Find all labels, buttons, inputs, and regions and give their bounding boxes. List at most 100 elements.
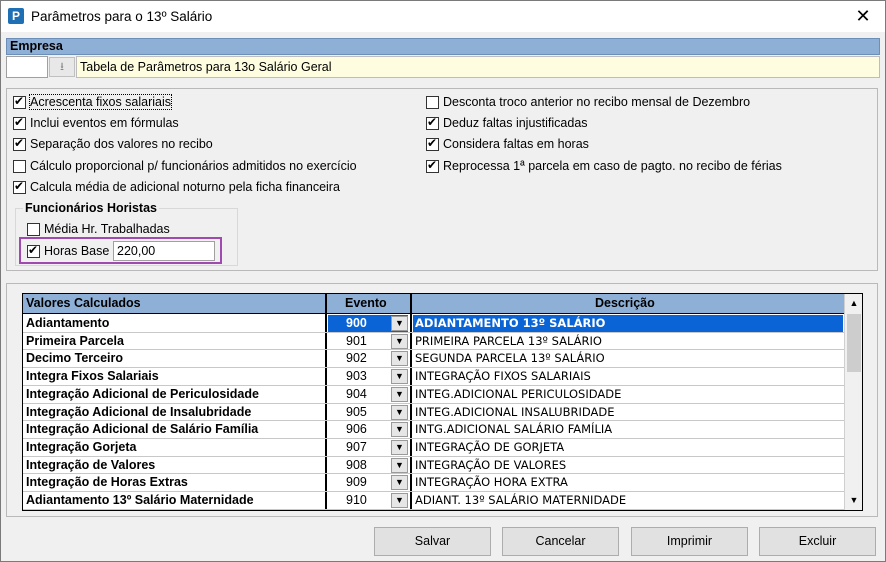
table-row[interactable]: Integra Fixos Salariais 903 ▼ INTEGRAÇÃO FI… [23, 368, 844, 386]
chevron-down-icon[interactable]: ▼ [391, 333, 408, 349]
row-description: INTEG.ADICIONAL INSALUBRIDADE [415, 404, 615, 419]
checkbox-box[interactable] [426, 136, 439, 151]
column-header-valores[interactable]: Valores Calculados [26, 294, 141, 313]
checkbox-label: Média Hr. Trabalhadas [44, 222, 170, 236]
chevron-down-icon[interactable]: ▼ [391, 422, 408, 438]
checkbox-box[interactable] [13, 179, 26, 194]
checkbox-reprocessa-parcela[interactable]: Reprocessa 1ª parcela em caso de pagto. … [426, 157, 782, 175]
checkbox-box[interactable] [13, 159, 26, 173]
checkbox-box[interactable] [27, 222, 40, 236]
chevron-down-icon[interactable]: ▼ [391, 457, 408, 473]
checkbox-box[interactable] [426, 115, 439, 130]
checkbox-acrescenta-fixos[interactable]: Acrescenta fixos salariais [13, 93, 173, 111]
chevron-down-icon[interactable]: ▼ [391, 386, 408, 402]
row-description: INTEGRAÇÃO HORA EXTRA [415, 475, 568, 490]
chevron-down-icon[interactable]: ▼ [391, 404, 408, 420]
table-row[interactable]: Integração de Horas Extras 909 ▼ INTEGRAÇÃO… [23, 474, 844, 492]
scroll-down-arrow-icon[interactable]: ▼ [845, 492, 862, 509]
row-description: ADIANTAMENTO 13º SALÁRIO [413, 315, 843, 332]
row-description: INTEGRAÇÃO DE VALORES [415, 457, 567, 472]
row-name: Decimo Terceiro [26, 351, 124, 366]
row-description: PRIMEIRA PARCELA 13º SALÁRIO [415, 333, 602, 348]
checkbox-considera-faltas-horas[interactable]: Considera faltas em horas [426, 135, 589, 153]
checkbox-label: Acrescenta fixos salariais [28, 94, 173, 110]
table-row[interactable]: Adiantamento 13º Salário Maternidade 910 ▼… [23, 492, 844, 510]
checkbox-media-hr-trabalhadas[interactable]: Média Hr. Trabalhadas [27, 220, 170, 238]
table-row[interactable]: Primeira Parcela 901 ▼ PRIMEIRA PARCELA 13º… [23, 333, 844, 351]
save-button[interactable]: Salvar [374, 527, 491, 556]
checkbox-label: Calcula média de adicional noturno pela … [30, 180, 340, 194]
row-name: Integração Adicional de Periculosidade [26, 386, 259, 401]
checkbox-box[interactable] [13, 136, 26, 151]
row-description: ADIANT. 13º SALÁRIO MATERNIDADE [415, 493, 627, 507]
checkbox-separacao-valores[interactable]: Separação dos valores no recibo [13, 135, 213, 153]
checkbox-label: Horas Base [44, 244, 110, 258]
empresa-code-input[interactable] [6, 56, 48, 78]
table-row[interactable]: Integração de Valores 908 ▼ INTEGRAÇÃO DE V… [23, 457, 844, 475]
chevron-down-icon[interactable]: ▼ [391, 475, 408, 491]
close-button[interactable]: ✕ [851, 5, 875, 27]
grid-scrollbar[interactable]: ▲ ▼ [844, 294, 862, 510]
chevron-down-icon[interactable]: ▼ [391, 369, 408, 385]
checkbox-horas-base[interactable]: Horas Base [27, 242, 109, 260]
checkbox-box[interactable] [426, 95, 439, 109]
row-name: Integração Adicional de Insalubridade [26, 404, 252, 419]
checkbox-inclui-eventos[interactable]: Inclui eventos em fórmulas [13, 114, 179, 132]
checkbox-media-adicional-noturno[interactable]: Calcula média de adicional noturno pela … [13, 178, 340, 196]
checkbox-label: Desconta troco anterior no recibo mensal… [443, 95, 751, 109]
table-row[interactable]: Integração Adicional de Insalubridade 905… [23, 404, 844, 422]
row-name: Primeira Parcela [26, 333, 124, 348]
checkbox-box[interactable] [426, 158, 439, 173]
row-name: Integração Gorjeta [26, 439, 137, 454]
download-arrow-icon[interactable]: ⭳ [49, 57, 75, 77]
chevron-down-icon[interactable]: ▼ [391, 493, 408, 508]
chevron-down-icon[interactable]: ▼ [391, 439, 408, 455]
row-description: INTEG.ADICIONAL PERICULOSIDADE [415, 386, 622, 401]
checkbox-label: Cálculo proporcional p/ funcionários adm… [30, 159, 357, 173]
dialog-window: P Parâmetros para o 13º Salário ✕ Empres… [0, 0, 886, 562]
chevron-down-icon[interactable]: ▼ [391, 351, 408, 367]
checkbox-box[interactable] [13, 115, 26, 130]
chevron-down-icon[interactable]: ▼ [391, 316, 408, 331]
table-row[interactable]: Integração Adicional de Salário Família 9… [23, 421, 844, 439]
cancel-button[interactable]: Cancelar [502, 527, 619, 556]
checkbox-box[interactable] [27, 243, 40, 258]
column-header-descricao[interactable]: Descrição [595, 294, 655, 313]
checkbox-desconta-troco[interactable]: Desconta troco anterior no recibo mensal… [426, 93, 750, 111]
table-row[interactable]: Integração Adicional de Periculosidade 90… [23, 386, 844, 404]
row-description: INTG.ADICIONAL SALÁRIO FAMÍLIA [415, 422, 613, 437]
checkbox-label: Separação dos valores no recibo [30, 137, 213, 151]
checkbox-label: Deduz faltas injustificadas [443, 116, 588, 130]
row-name: Integração Adicional de Salário Família [26, 422, 259, 437]
checkbox-calculo-proporcional[interactable]: Cálculo proporcional p/ funcionários adm… [13, 157, 357, 175]
horas-base-input[interactable]: 220,00 [113, 241, 215, 261]
row-name: Adiantamento 13º Salário Maternidade [26, 493, 254, 507]
print-button[interactable]: Imprimir [631, 527, 748, 556]
checkbox-label: Reprocessa 1ª parcela em caso de pagto. … [443, 159, 782, 173]
row-divider [23, 508, 844, 510]
row-name: Adiantamento [26, 316, 110, 330]
grid-header: Valores Calculados Evento Descrição [23, 294, 844, 314]
delete-button[interactable]: Excluir [759, 527, 876, 556]
checkbox-label: Considera faltas em horas [443, 137, 589, 151]
horistas-group-title: Funcionários Horistas [23, 201, 159, 215]
row-description: SEGUNDA PARCELA 13º SALÁRIO [415, 351, 605, 366]
checkbox-label: Inclui eventos em fórmulas [30, 116, 179, 130]
app-logo-icon: P [8, 8, 24, 24]
valores-calculados-grid: Valores Calculados Evento Descrição Adia… [22, 293, 863, 511]
column-header-evento[interactable]: Evento [345, 294, 387, 313]
window-title: Parâmetros para o 13º Salário [31, 9, 213, 24]
scroll-up-arrow-icon[interactable]: ▲ [845, 295, 862, 312]
table-row[interactable]: Integração Gorjeta 907 ▼ INTEGRAÇÃO DE GORJ… [23, 439, 844, 457]
table-row[interactable]: Decimo Terceiro 902 ▼ SEGUNDA PARCELA 13º S… [23, 350, 844, 368]
empresa-name-field[interactable]: Tabela de Parâmetros para 13o Salário Ge… [76, 56, 880, 78]
checkbox-box[interactable] [13, 94, 26, 109]
table-row[interactable]: Adiantamento 900 ▼ ADIANTAMENTO 13º SALÁRIO [23, 315, 844, 333]
row-description: INTEGRAÇÃO FIXOS SALARIAIS [415, 369, 591, 384]
checkbox-deduz-faltas[interactable]: Deduz faltas injustificadas [426, 114, 588, 132]
scroll-thumb[interactable] [847, 314, 861, 372]
row-name: Integra Fixos Salariais [26, 369, 159, 384]
row-name: Integração de Valores [26, 457, 156, 472]
row-name: Integração de Horas Extras [26, 475, 188, 490]
empresa-header: Empresa [6, 38, 880, 55]
